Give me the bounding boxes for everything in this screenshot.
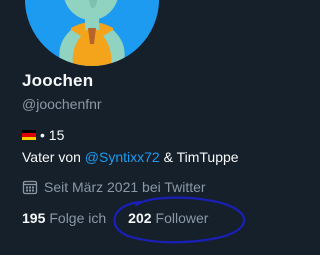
user-handle: @joochenfnr xyxy=(22,96,102,112)
join-date-text: Seit März 2021 bei Twitter xyxy=(44,179,206,195)
bio-line-flag: • 15 xyxy=(22,127,64,143)
following-count: 195 xyxy=(22,210,46,226)
profile-header: Joochen @joochenfnr • 15 Vater von @Synt… xyxy=(0,0,271,255)
follow-stats: 195 Folge ich 202 Follower xyxy=(22,210,208,226)
followers-count: 202 xyxy=(128,210,152,226)
followers-label: Follower xyxy=(155,210,209,226)
bio-prefix: Vater von xyxy=(22,149,85,165)
bio-line-text: Vater von @Syntixx72 & TimTuppe xyxy=(22,149,239,165)
bio-mention-link[interactable]: @Syntixx72 xyxy=(85,149,160,165)
avatar[interactable] xyxy=(21,0,163,70)
following-label: Folge ich xyxy=(49,210,107,226)
followers-link[interactable]: 202 Follower xyxy=(128,210,208,226)
bio-suffix: & TimTuppe xyxy=(159,149,239,165)
calendar-icon xyxy=(22,180,38,195)
bio-age: • 15 xyxy=(40,127,65,143)
squidward-avatar-image xyxy=(25,0,159,66)
display-name: Joochen xyxy=(22,71,94,90)
join-date: Seit März 2021 bei Twitter xyxy=(22,179,206,195)
following-link[interactable]: 195 Folge ich xyxy=(22,210,106,226)
germany-flag-icon xyxy=(22,130,36,140)
